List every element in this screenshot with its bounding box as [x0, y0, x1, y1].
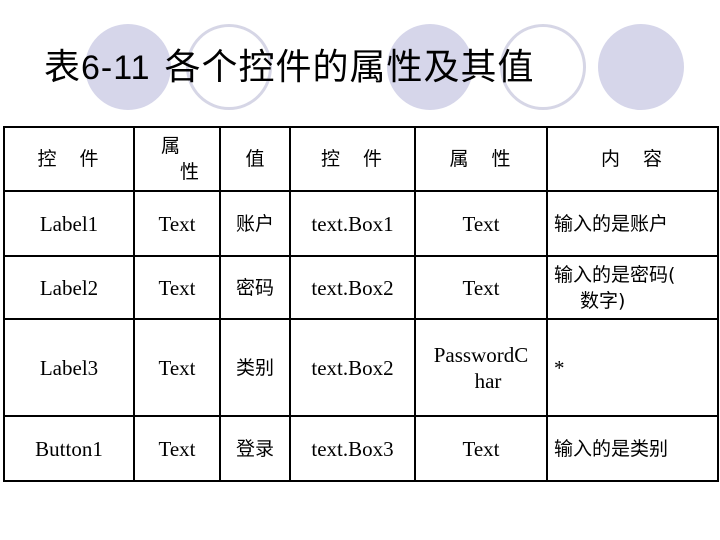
- cell-property: Text: [133, 190, 221, 257]
- cell-property-2: Text: [414, 415, 548, 482]
- cell-control-2: text.Box2: [289, 318, 416, 417]
- cell-property-line2: har: [474, 368, 502, 393]
- table-row: Label1 Text 账户 text.Box1 Text 输入的是账户: [3, 190, 719, 257]
- header-property-line2: 性: [179, 161, 199, 183]
- cell-content: *: [546, 318, 719, 417]
- cell-content-line2: 数字): [580, 289, 626, 312]
- cell-control: Label3: [3, 318, 135, 417]
- cell-value: 密码: [219, 255, 291, 320]
- header-control-2: 控 件: [289, 126, 416, 192]
- decorative-circle-filled: [598, 24, 684, 110]
- cell-control-2: text.Box2: [289, 255, 416, 320]
- title-prefix: 表: [44, 47, 82, 88]
- cell-control: Label2: [3, 255, 135, 320]
- header-control: 控 件: [3, 126, 135, 192]
- cell-property: Text: [133, 415, 221, 482]
- header-value: 值: [219, 126, 291, 192]
- properties-table: 控 件 属 性 值 控 件 属 性 内 容 Label1 Text 账户 tex…: [3, 126, 719, 482]
- cell-control-2: text.Box3: [289, 415, 416, 482]
- cell-content: 输入的是密码( 数字): [546, 255, 719, 320]
- header-property-line1: 属: [161, 135, 181, 157]
- cell-property-2: Text: [414, 255, 548, 320]
- cell-value: 账户: [219, 190, 291, 257]
- cell-property: Text: [133, 255, 221, 320]
- cell-value: 登录: [219, 415, 291, 482]
- table-row: Button1 Text 登录 text.Box3 Text 输入的是类别: [3, 415, 719, 482]
- header-property-2: 属 性: [414, 126, 548, 192]
- title-text: 各个控件的属性及其值: [164, 47, 535, 88]
- page-title: 表6-11 各个控件的属性及其值: [44, 46, 535, 90]
- cell-property: Text: [133, 318, 221, 417]
- cell-value: 类别: [219, 318, 291, 417]
- cell-control: Button1: [3, 415, 135, 482]
- table-row: Label2 Text 密码 text.Box2 Text 输入的是密码( 数字…: [3, 255, 719, 320]
- cell-property-2: Text: [414, 190, 548, 257]
- table-header-row: 控 件 属 性 值 控 件 属 性 内 容: [3, 126, 719, 192]
- cell-control: Label1: [3, 190, 135, 257]
- cell-property-line1: PasswordC: [433, 342, 529, 367]
- header-property: 属 性: [133, 126, 221, 192]
- cell-property-2: PasswordC har: [414, 318, 548, 417]
- header-content: 内 容: [546, 126, 719, 192]
- cell-content: 输入的是账户: [546, 190, 719, 257]
- table-row: Label3 Text 类别 text.Box2 PasswordC har *: [3, 318, 719, 417]
- cell-content-line1: 输入的是密码(: [554, 263, 676, 286]
- title-number: 6-11: [81, 49, 151, 87]
- cell-content: 输入的是类别: [546, 415, 719, 482]
- cell-control-2: text.Box1: [289, 190, 416, 257]
